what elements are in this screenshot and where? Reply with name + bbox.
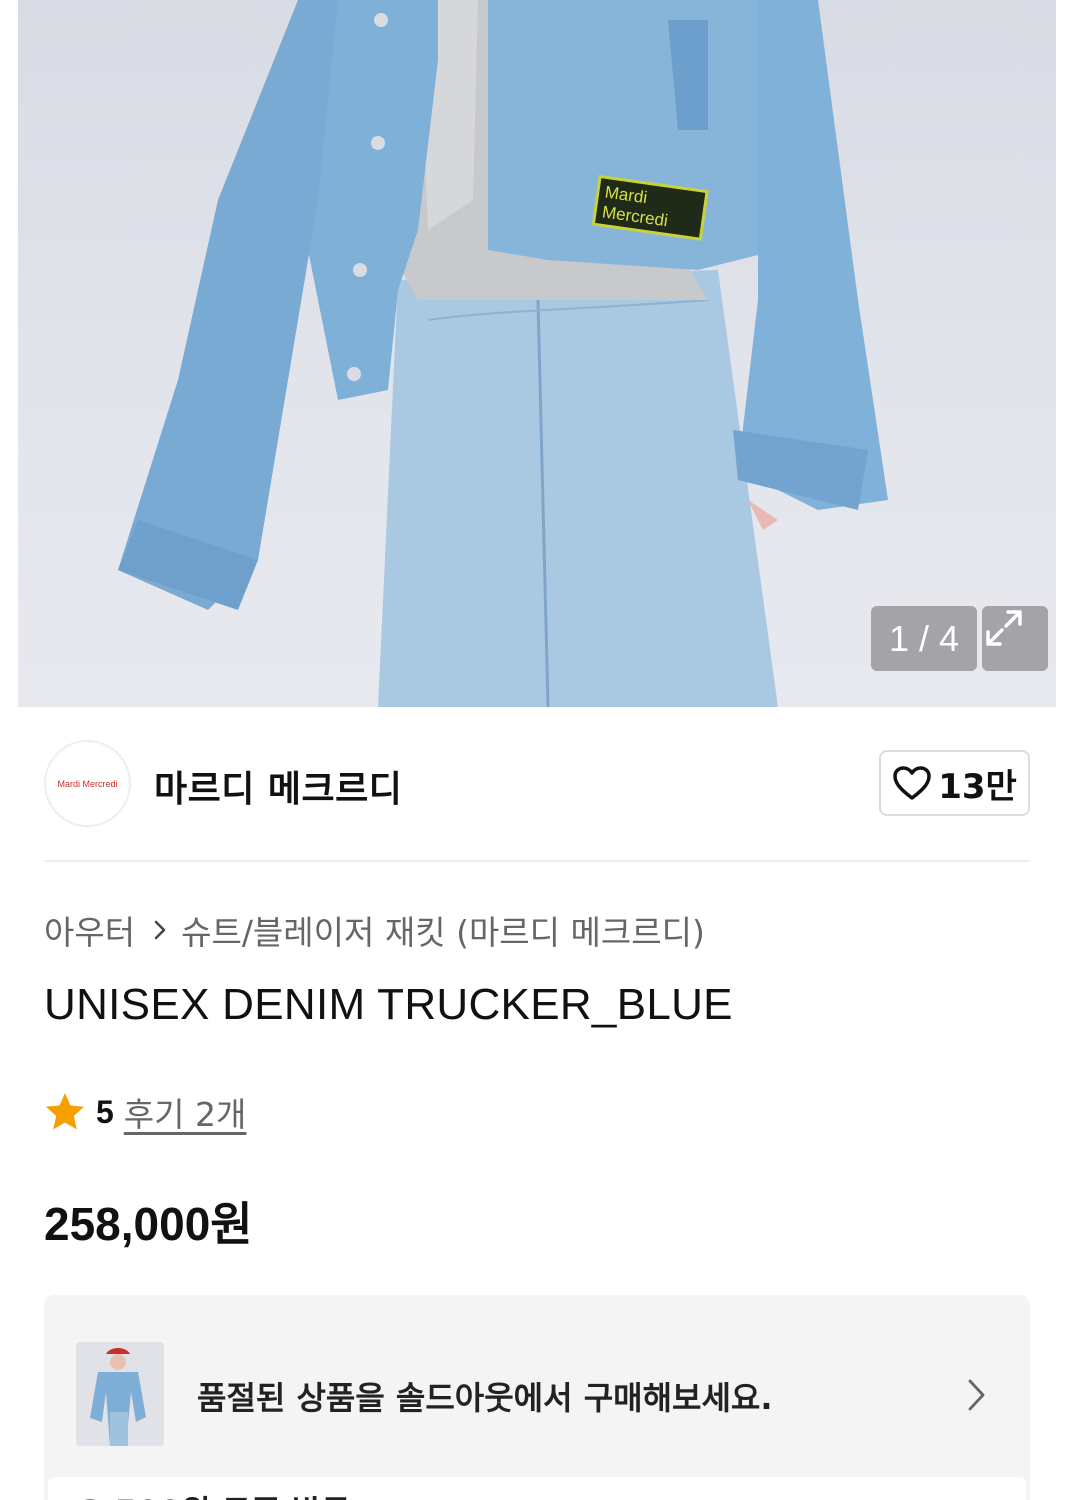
product-photo: Mardi Mercredi (118, 0, 888, 707)
star-icon (46, 1093, 84, 1130)
expand-icon (986, 610, 1022, 646)
product-title: UNISEX DENIM TRUCKER_BLUE (44, 980, 733, 1029)
rating-row: 5 후기 2개 (44, 1088, 246, 1136)
breadcrumb-subcategory[interactable]: 슈트/블레이저 재킷 (마르디 메크르디) (181, 906, 705, 954)
divider (44, 860, 1030, 862)
chevron-right-icon (153, 919, 167, 941)
like-button[interactable]: 13만 (879, 750, 1030, 816)
breadcrumb: 아우터 슈트/블레이저 재킷 (마르디 메크르디) (44, 906, 705, 954)
soldout-banner[interactable]: 품절된 상품을 솔드아웃에서 구매해보세요. 3,500원 쿠폰 발급 (44, 1295, 1030, 1500)
product-image-gallery[interactable]: Mardi Mercredi 1 / 4 (18, 0, 1056, 707)
reviews-link[interactable]: 후기 2개 (124, 1088, 247, 1136)
coupon-text: 3,500원 쿠폰 발급 (80, 1487, 351, 1500)
chevron-right-icon (968, 1379, 985, 1411)
brand-logo[interactable]: Mardi Mercredi (44, 740, 131, 827)
product-price: 258,000원 (44, 1198, 253, 1250)
breadcrumb-category[interactable]: 아우터 (44, 906, 135, 954)
brand-logo-text: Mardi Mercredi (57, 778, 118, 789)
rating-score: 5 (96, 1093, 114, 1130)
image-counter: 1 / 4 (871, 606, 977, 671)
product-page: Mardi Mercredi 1 / 4 Mardi Mercredi 마르디 … (0, 0, 1074, 1500)
like-count: 13만 (938, 766, 1017, 807)
soldout-text: 품절된 상품을 솔드아웃에서 구매해보세요. (197, 1379, 773, 1417)
heart-icon (893, 766, 931, 800)
soldout-thumbnail (76, 1342, 164, 1446)
brand-name[interactable]: 마르디 메크르디 (154, 760, 402, 812)
expand-button[interactable] (982, 606, 1048, 671)
brand-row: Mardi Mercredi 마르디 메크르디 13만 (44, 740, 1030, 828)
coupon-row[interactable]: 3,500원 쿠폰 발급 (48, 1477, 1026, 1500)
